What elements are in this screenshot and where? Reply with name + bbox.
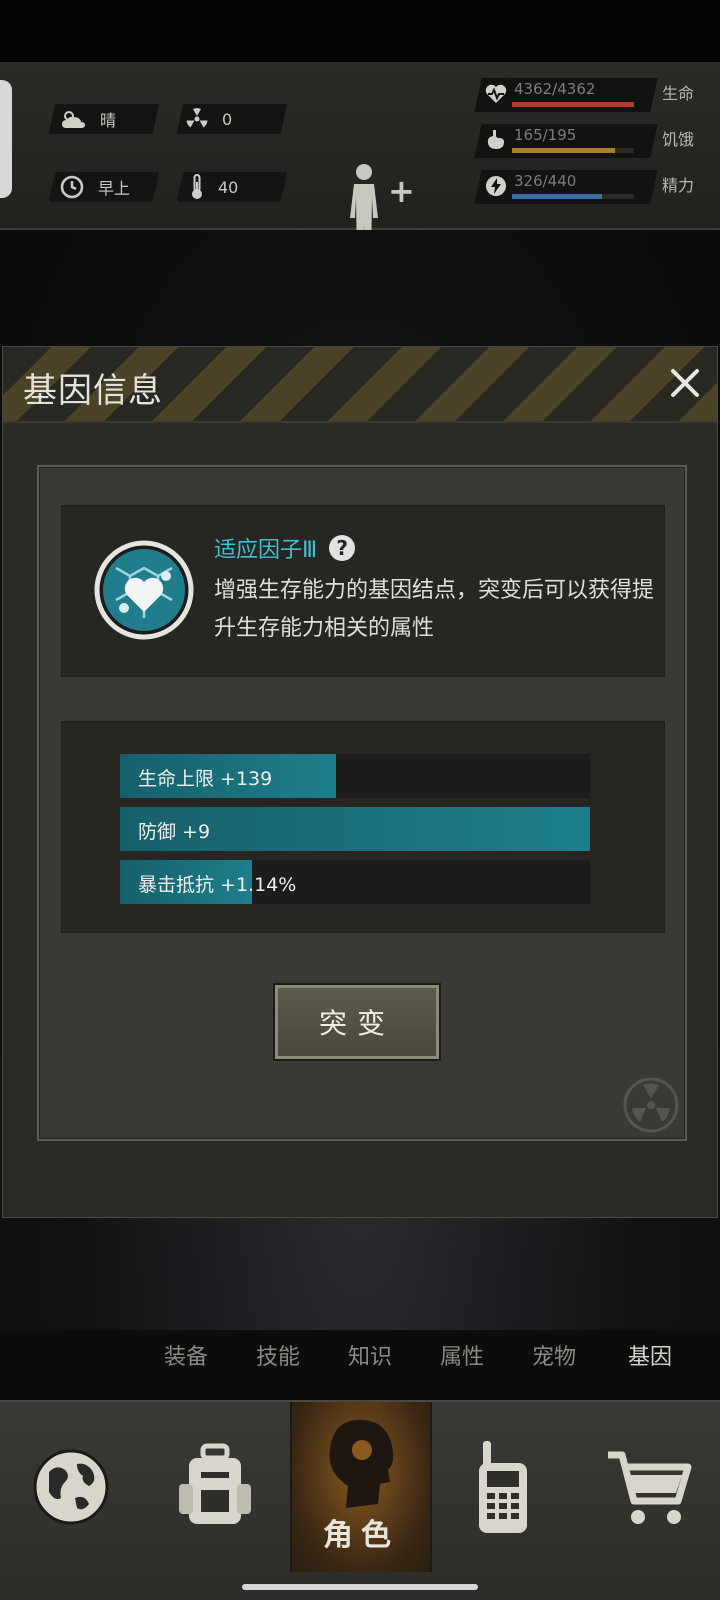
energy-fill [512, 194, 603, 199]
gene-name: 适应因子Ⅲ [214, 538, 318, 563]
cart-icon [608, 1451, 692, 1524]
tab-skills[interactable]: 技能 [232, 1328, 324, 1382]
nav-character-label: 角色 [323, 1518, 399, 1553]
nav-shop[interactable] [578, 1402, 720, 1572]
time-of-day-label: 早上 [98, 179, 131, 198]
nav-inventory[interactable] [144, 1402, 286, 1572]
tab-label: 装备 [163, 1345, 208, 1370]
tab-genes[interactable]: 基因 [604, 1328, 696, 1382]
clock-icon [60, 175, 84, 199]
tab-label: 知识 [347, 1345, 392, 1370]
tab-knowledge[interactable]: 知识 [324, 1328, 416, 1382]
health-label: 生命 [662, 84, 695, 103]
energy-icon [486, 176, 506, 196]
tab-attributes[interactable]: 属性 [416, 1328, 508, 1382]
system-status-area [0, 0, 720, 62]
tab-label: 属性 [439, 1345, 484, 1370]
stomach-icon [487, 130, 504, 149]
attribute-bar: 生命上限 +139 [120, 754, 590, 798]
character-status-bar: 晴 0 早上 40 + − [0, 62, 720, 262]
tab-label: 宠物 [531, 1345, 576, 1370]
character-tabs: 装备 技能 知识 属性 宠物 基因 [130, 1328, 710, 1382]
side-drawer-handle[interactable] [0, 80, 12, 198]
hunger-fill [512, 148, 616, 153]
radiation-icon [186, 108, 208, 128]
energy-label: 精力 [662, 176, 695, 195]
attribute-label: 暴击抵抗 +1.14% [138, 874, 297, 896]
bottom-navigation: 角色 [0, 1400, 720, 1600]
health-fill [512, 102, 634, 107]
attribute-bar: 暴击抵抗 +1.14% [120, 860, 590, 904]
tab-label: 技能 [255, 1345, 300, 1370]
radiation-value: 0 [222, 109, 233, 129]
nav-radio[interactable] [432, 1402, 574, 1572]
cloud-sun-icon [62, 111, 85, 128]
help-icon[interactable]: ? [329, 535, 356, 561]
gene-info-modal: 基因信息 适应因子Ⅲ ? 增强生存能力的基因结点，突变后可以获得提升生存能力相关… [2, 346, 718, 1218]
stat-health: 4362/4362 生命 [474, 76, 704, 116]
close-icon[interactable] [663, 361, 707, 405]
home-indicator[interactable] [242, 1584, 478, 1590]
attribute-box: 生命上限 +139 防御 +9 暴击抵抗 +1.14% [61, 721, 665, 933]
attribute-label: 防御 +9 [138, 821, 211, 843]
tab-pets[interactable]: 宠物 [508, 1328, 600, 1382]
weather-label: 晴 [100, 111, 117, 130]
stat-energy: 326/440 精力 [474, 168, 704, 208]
attribute-label: 生命上限 +139 [138, 768, 273, 790]
thermometer-icon [192, 174, 202, 199]
nav-character[interactable]: 角色 [290, 1402, 432, 1572]
attribute-bar: 防御 +9 [120, 807, 590, 851]
tab-label: 基因 [627, 1345, 672, 1370]
stat-hunger: 165/195 饥饿 [474, 122, 704, 162]
energy-value: 326/440 [514, 172, 577, 190]
radiation-watermark-icon [623, 1077, 679, 1133]
temperature-value: 40 [218, 177, 239, 197]
mutate-label: 突变 [318, 1007, 395, 1040]
gene-description: 增强生存能力的基因结点，突变后可以获得提升生存能力相关的属性 [214, 578, 655, 641]
tab-equipment[interactable]: 装备 [140, 1328, 232, 1382]
health-value: 4362/4362 [514, 80, 596, 98]
temperature-indicator: 40 [190, 172, 238, 202]
hunger-label: 饥饿 [662, 130, 695, 149]
gene-panel: 适应因子Ⅲ ? 增强生存能力的基因结点，突变后可以获得提升生存能力相关的属性 生… [37, 465, 687, 1141]
time-indicator: 早上 [60, 172, 130, 202]
gene-name-row: 适应因子Ⅲ ? [214, 532, 356, 564]
radiation-indicator: 0 [186, 104, 232, 134]
nav-world[interactable] [0, 1402, 142, 1572]
backpack-icon [179, 1443, 251, 1524]
head-icon [329, 1419, 394, 1508]
zoom-in-icon[interactable]: + [388, 172, 415, 210]
walkie-talkie-icon [479, 1441, 527, 1533]
hunger-value: 165/195 [514, 126, 577, 144]
weather-indicator: 晴 [60, 104, 116, 134]
mutate-button[interactable]: 突变 [275, 985, 439, 1059]
gene-info-box: 适应因子Ⅲ ? 增强生存能力的基因结点，突变后可以获得提升生存能力相关的属性 [61, 505, 665, 677]
heart-pulse-icon [485, 84, 507, 103]
modal-title: 基因信息 [23, 371, 163, 411]
gene-heart-icon [94, 540, 194, 640]
globe-icon [33, 1449, 109, 1525]
modal-header: 基因信息 [3, 347, 717, 423]
